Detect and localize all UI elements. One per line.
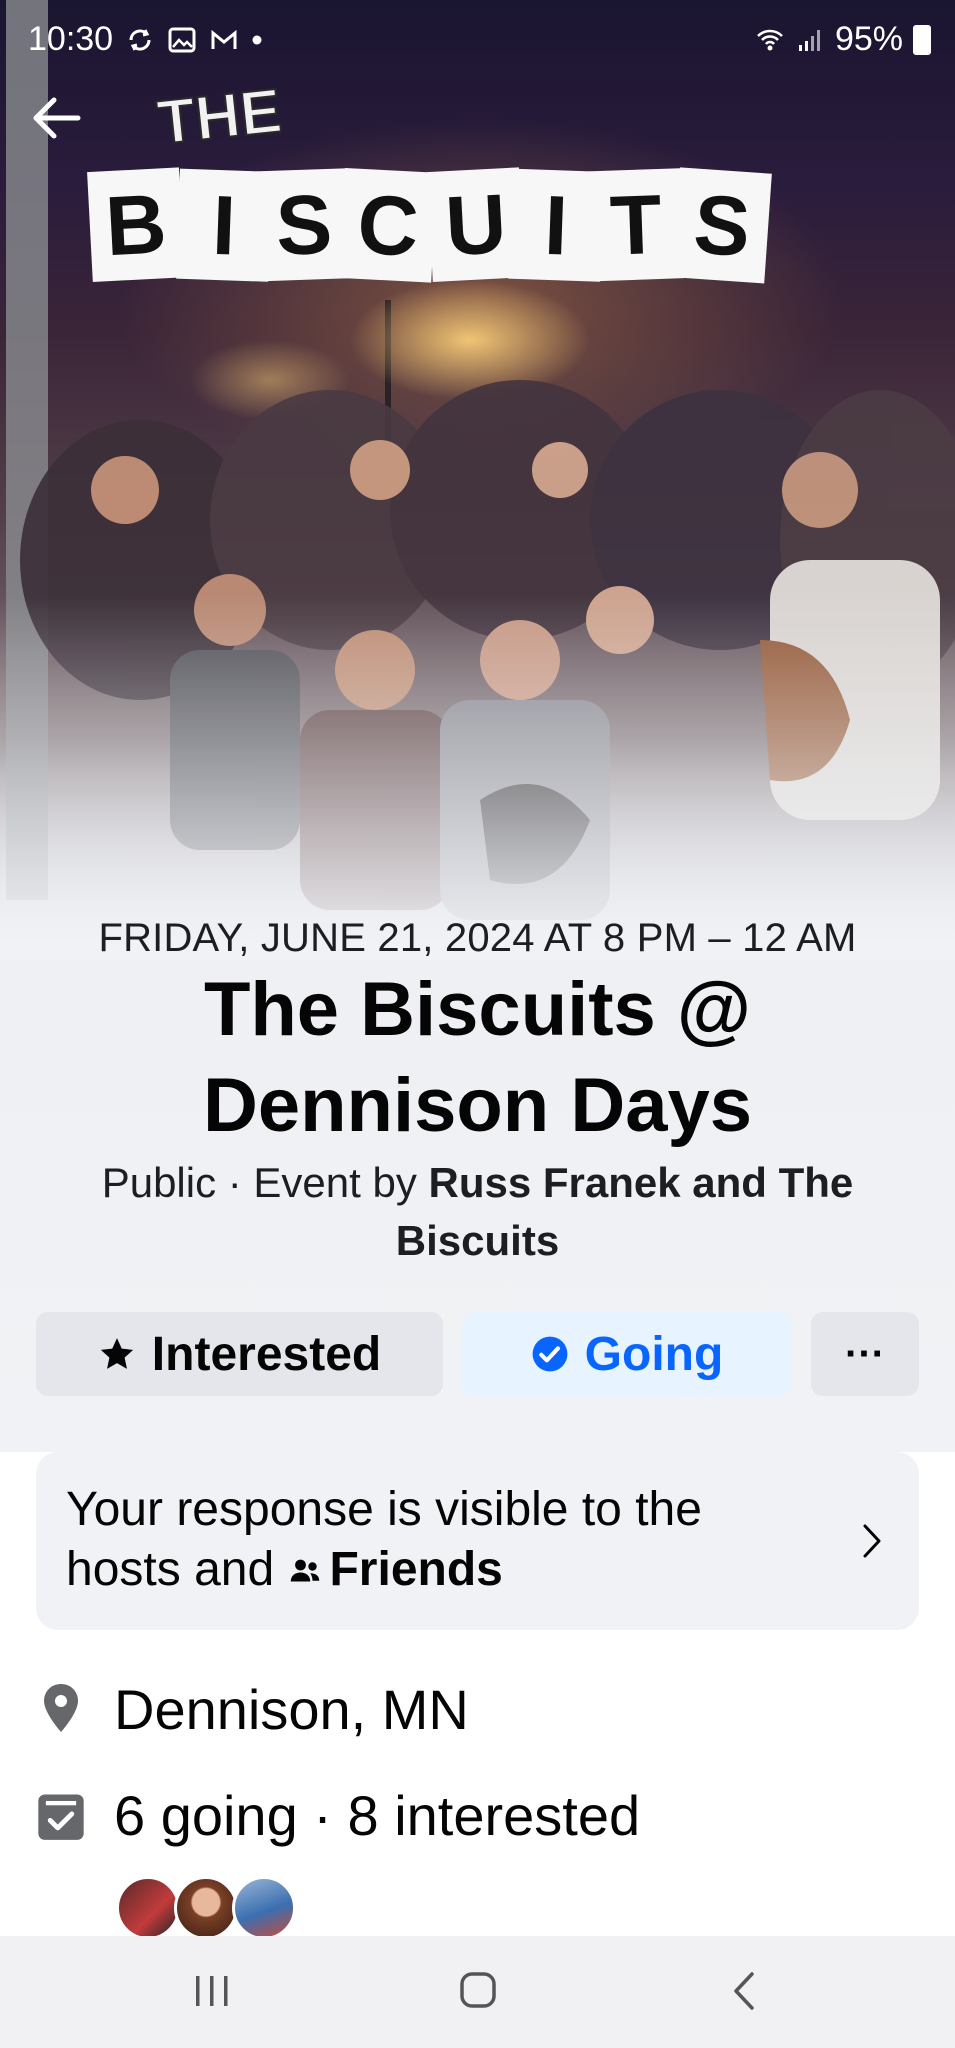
event-title: The Biscuits @ Dennison Days bbox=[202, 967, 753, 1148]
interested-button[interactable]: Interested bbox=[36, 1312, 443, 1396]
status-time: 10:30 bbox=[28, 20, 114, 58]
response-audience: Friends bbox=[329, 1543, 503, 1596]
response-visibility-card[interactable]: Your response is visible to the hosts an… bbox=[36, 1452, 919, 1630]
interested-label: Interested bbox=[151, 1327, 382, 1381]
location-pin-icon bbox=[44, 1684, 78, 1732]
gmail-icon bbox=[211, 29, 237, 49]
back-arrow-icon bbox=[33, 97, 81, 139]
logo-letter: T bbox=[609, 177, 664, 273]
logo-letter-tile: C bbox=[339, 167, 437, 283]
attendance-text: 6 going · 8 interested bbox=[114, 1784, 641, 1847]
avatar bbox=[174, 1876, 238, 1940]
event-host-line: Public · Event by Russ Franek and The Bi… bbox=[70, 1154, 885, 1270]
back-button[interactable] bbox=[26, 92, 86, 144]
logo-letter-tile: B bbox=[87, 167, 185, 283]
event-actions: Interested Going ··· bbox=[36, 1312, 919, 1396]
logo-letter-tile: T bbox=[588, 168, 684, 282]
battery-percent: 95% bbox=[834, 20, 903, 58]
band-logo: THE BISCUITS bbox=[87, 75, 772, 284]
star-icon bbox=[100, 1338, 133, 1369]
recent-apps-button[interactable] bbox=[182, 1966, 242, 2018]
logo-letter: B bbox=[103, 176, 169, 273]
system-back-button[interactable] bbox=[716, 1966, 776, 2018]
attendee-avatars[interactable] bbox=[116, 1876, 316, 1940]
system-navigation-bar bbox=[0, 1936, 955, 2048]
logo-letter: S bbox=[274, 177, 333, 273]
logo-letter: U bbox=[443, 176, 509, 273]
going-label: Going bbox=[584, 1327, 724, 1381]
going-button[interactable]: Going bbox=[462, 1312, 792, 1396]
calendar-check-icon bbox=[38, 1794, 84, 1840]
logo-letter-tile: S bbox=[672, 167, 772, 284]
logo-letter: I bbox=[211, 178, 238, 273]
wifi-icon bbox=[757, 29, 783, 50]
gallery-icon bbox=[168, 27, 196, 52]
event-date: FRIDAY, JUNE 21, 2024 AT 8 PM – 12 AM bbox=[98, 916, 857, 960]
avatar bbox=[116, 1876, 180, 1940]
sync-icon bbox=[129, 28, 151, 51]
home-button[interactable] bbox=[448, 1966, 508, 2018]
more-options-button[interactable]: ··· bbox=[811, 1312, 919, 1396]
chevron-right-icon bbox=[863, 1524, 881, 1558]
status-bar: 10:30 95% bbox=[0, 0, 955, 72]
logo-letter: I bbox=[543, 178, 570, 273]
logo-letter: C bbox=[355, 177, 421, 274]
dot-icon bbox=[252, 35, 262, 44]
event-cover: 10:30 95% THE B I S C U I T S FRIDAY, JU… bbox=[0, 0, 955, 1452]
location-text: Dennison, MN bbox=[114, 1678, 469, 1741]
friends-icon bbox=[291, 1559, 320, 1582]
event-privacy: Public · Event by bbox=[101, 1159, 429, 1206]
location-row[interactable]: Dennison, MN bbox=[36, 1674, 919, 1754]
logo-the: THE bbox=[154, 76, 285, 158]
more-dots-icon: ··· bbox=[845, 1331, 885, 1376]
signal-icon bbox=[798, 29, 820, 51]
attendance-row[interactable]: 6 going · 8 interested bbox=[36, 1780, 919, 1860]
check-circle-icon bbox=[532, 1336, 568, 1372]
logo-letter-tile: S bbox=[256, 168, 352, 282]
event-hosts[interactable]: Russ Franek and The Biscuits bbox=[396, 1159, 854, 1264]
logo-letter: S bbox=[691, 177, 753, 275]
avatar bbox=[232, 1876, 296, 1940]
response-visibility-text: Your response is visible to the hosts an… bbox=[66, 1480, 826, 1600]
battery-icon bbox=[913, 24, 931, 55]
